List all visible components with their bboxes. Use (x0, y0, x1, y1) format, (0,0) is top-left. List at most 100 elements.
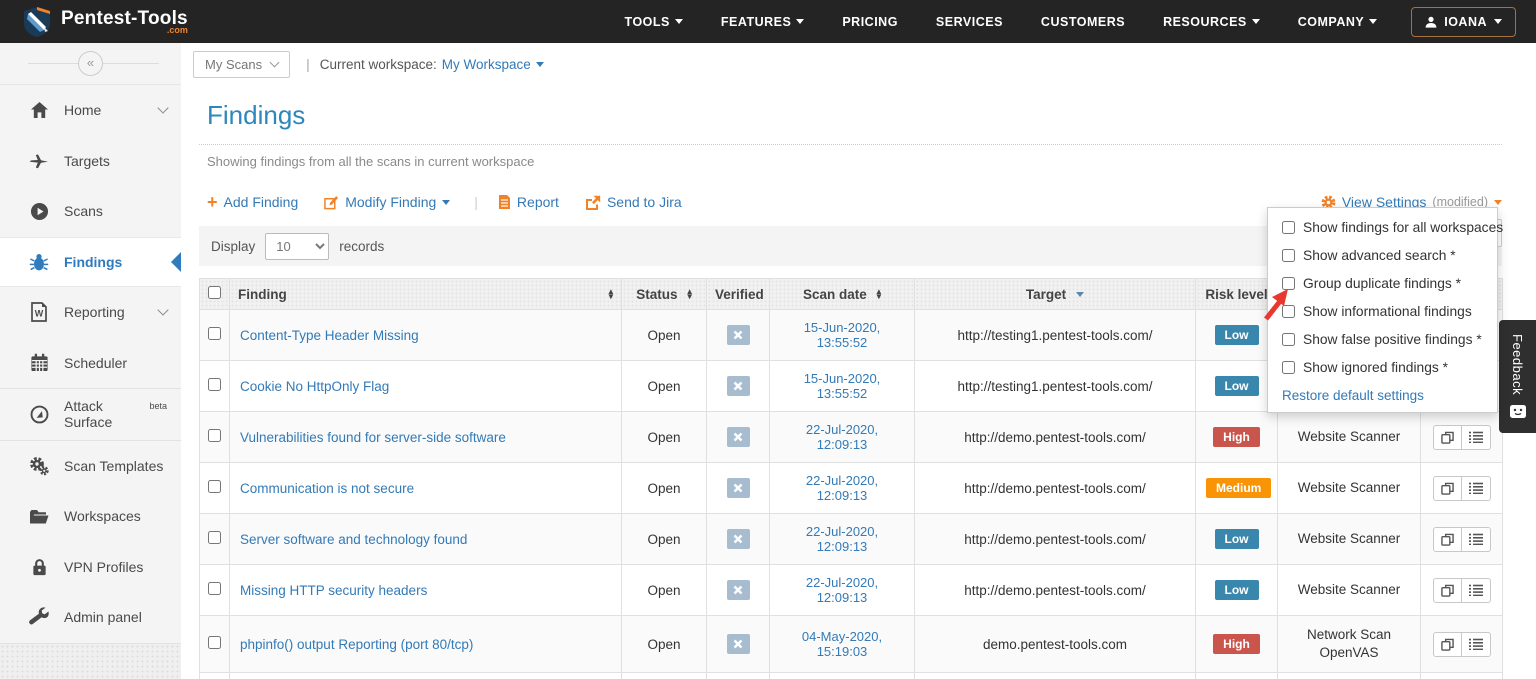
view-settings-checkbox[interactable] (1282, 249, 1295, 262)
view-settings-option[interactable]: Show informational findings (1282, 304, 1485, 319)
sidebar-item-home[interactable]: Home (0, 85, 181, 136)
details-list-button[interactable] (1462, 578, 1491, 603)
my-scans-select[interactable]: My Scans (193, 51, 290, 78)
scan-date-link[interactable]: 04-May-2020, 15:19:03 (802, 629, 882, 659)
x-icon (733, 585, 743, 595)
scan-date-link[interactable]: 22-Jul-2020, 12:09:13 (806, 575, 878, 605)
details-list-button[interactable] (1462, 476, 1491, 501)
scan-date-link[interactable]: 22-Jul-2020, 12:09:13 (806, 524, 878, 554)
details-list-button[interactable] (1462, 632, 1491, 657)
bug-icon (28, 252, 50, 272)
scan-date-link[interactable]: 15-Jun-2020, 13:55:52 (804, 371, 881, 401)
topnav-item[interactable]: SERVICES (936, 15, 1003, 29)
duplicate-finding-button[interactable] (1433, 632, 1462, 657)
sidebar-collapse-button[interactable]: « (78, 51, 103, 76)
scan-date-link[interactable]: 15-Jun-2020, 13:55:52 (804, 320, 881, 350)
scan-date-link[interactable]: 22-Jul-2020, 12:09:13 (806, 473, 878, 503)
send-to-jira-button[interactable]: Send to Jira (585, 194, 682, 210)
column-header-verified[interactable]: Verified (707, 279, 770, 310)
modify-finding-button[interactable]: Modify Finding (324, 194, 450, 210)
verified-toggle-button[interactable] (727, 634, 750, 654)
view-settings-checkbox[interactable] (1282, 333, 1295, 346)
sidebar-item-reporting[interactable]: W Reporting (0, 287, 181, 338)
column-header-status[interactable]: Status ▴▾ (622, 279, 707, 310)
sidebar-item-findings[interactable]: Findings (0, 237, 181, 288)
chevron-down-icon (270, 58, 280, 68)
topnav-item[interactable]: PRICING (842, 15, 898, 29)
found-by-cell: Network Scan OpenVAS (1278, 616, 1421, 673)
restore-default-settings-link[interactable]: Restore default settings (1282, 388, 1485, 403)
verified-toggle-button[interactable] (727, 376, 750, 396)
user-icon (1425, 16, 1437, 28)
topnav-item[interactable]: FEATURES (721, 15, 804, 29)
view-settings-checkbox[interactable] (1282, 361, 1295, 374)
add-finding-button[interactable]: + Add Finding (207, 194, 298, 210)
verified-toggle-button[interactable] (727, 325, 750, 345)
sidebar-item-scheduler[interactable]: Scheduler (0, 338, 181, 389)
verified-toggle-button[interactable] (727, 580, 750, 600)
gears-icon (28, 456, 50, 476)
select-all-checkbox[interactable] (208, 286, 221, 299)
workspace-switcher[interactable]: My Workspace (442, 57, 544, 72)
status-cell: Open (622, 361, 707, 412)
row-checkbox[interactable] (208, 531, 221, 544)
finding-link[interactable]: Content-Type Header Missing (240, 328, 419, 343)
report-button[interactable]: Report (498, 194, 559, 210)
view-settings-option[interactable]: Show false positive findings * (1282, 332, 1485, 347)
table-row: Missing HTTP security headers Open 22-Ju… (200, 565, 1503, 616)
column-header-target[interactable]: Target (915, 279, 1196, 310)
topnav-item[interactable]: COMPANY (1298, 15, 1377, 29)
verified-toggle-button[interactable] (727, 427, 750, 447)
x-icon (733, 432, 743, 442)
row-checkbox[interactable] (208, 582, 221, 595)
duplicate-finding-button[interactable] (1433, 578, 1462, 603)
row-checkbox[interactable] (208, 429, 221, 442)
finding-link[interactable]: Vulnerabilities found for server-side so… (240, 430, 506, 445)
view-settings-option[interactable]: Show findings for all workspaces (1282, 220, 1485, 235)
feedback-tab[interactable]: Feedback (1499, 320, 1536, 433)
view-settings-checkbox[interactable] (1282, 221, 1295, 234)
finding-link[interactable]: phpinfo() output Reporting (port 80/tcp) (240, 637, 473, 652)
verified-toggle-button[interactable] (727, 529, 750, 549)
sidebar-item-attack-surface[interactable]: Attack Surface beta (0, 389, 181, 440)
topnav-item[interactable]: CUSTOMERS (1041, 15, 1125, 29)
details-list-button[interactable] (1462, 425, 1491, 450)
view-settings-option[interactable]: Show advanced search * (1282, 248, 1485, 263)
topnav-item[interactable]: TOOLS (625, 15, 683, 29)
details-list-button[interactable] (1462, 527, 1491, 552)
risk-badge: High (1213, 634, 1260, 654)
workspace-label: Current workspace: (320, 57, 437, 72)
svg-text:W: W (35, 309, 44, 319)
sidebar-item-scans[interactable]: Scans (0, 186, 181, 237)
topnav-item[interactable]: RESOURCES (1163, 15, 1260, 29)
row-checkbox[interactable] (208, 378, 221, 391)
sidebar-item-vpn-profiles[interactable]: VPN Profiles (0, 542, 181, 593)
verified-toggle-button[interactable] (727, 478, 750, 498)
duplicate-finding-button[interactable] (1433, 476, 1462, 501)
finding-link[interactable]: Communication is not secure (240, 481, 414, 496)
duplicate-finding-button[interactable] (1433, 425, 1462, 450)
column-header-scan-date[interactable]: Scan date ▴▾ (770, 279, 915, 310)
brand-logo[interactable]: Pentest-Tools .com (22, 6, 188, 38)
view-settings-option[interactable]: Show ignored findings * (1282, 360, 1485, 375)
table-row: WordPress The Events Calendar Plugin &lt… (200, 673, 1503, 679)
user-menu-button[interactable]: IOANA (1411, 7, 1516, 37)
row-checkbox[interactable] (208, 636, 221, 649)
row-checkbox[interactable] (208, 327, 221, 340)
row-checkbox[interactable] (208, 480, 221, 493)
column-header-finding[interactable]: Finding ▴▾ (230, 279, 622, 310)
finding-link[interactable]: Cookie No HttpOnly Flag (240, 379, 389, 394)
export-icon (585, 195, 601, 210)
duplicate-finding-button[interactable] (1433, 527, 1462, 552)
finding-link[interactable]: Server software and technology found (240, 532, 467, 547)
target-cell: http://demo.pentest-tools.com/ (915, 565, 1196, 616)
records-per-page-select[interactable]: 10 (265, 233, 329, 260)
scan-date-link[interactable]: 22-Jul-2020, 12:09:13 (806, 422, 878, 452)
sidebar-item-admin-panel[interactable]: Admin panel (0, 592, 181, 643)
finding-link[interactable]: Missing HTTP security headers (240, 583, 427, 598)
beta-badge: beta (149, 401, 167, 411)
sidebar-item-workspaces[interactable]: Workspaces (0, 491, 181, 542)
view-settings-option[interactable]: Group duplicate findings * (1282, 276, 1485, 291)
sidebar-item-scan-templates[interactable]: Scan Templates (0, 441, 181, 492)
sidebar-item-targets[interactable]: Targets (0, 136, 181, 187)
